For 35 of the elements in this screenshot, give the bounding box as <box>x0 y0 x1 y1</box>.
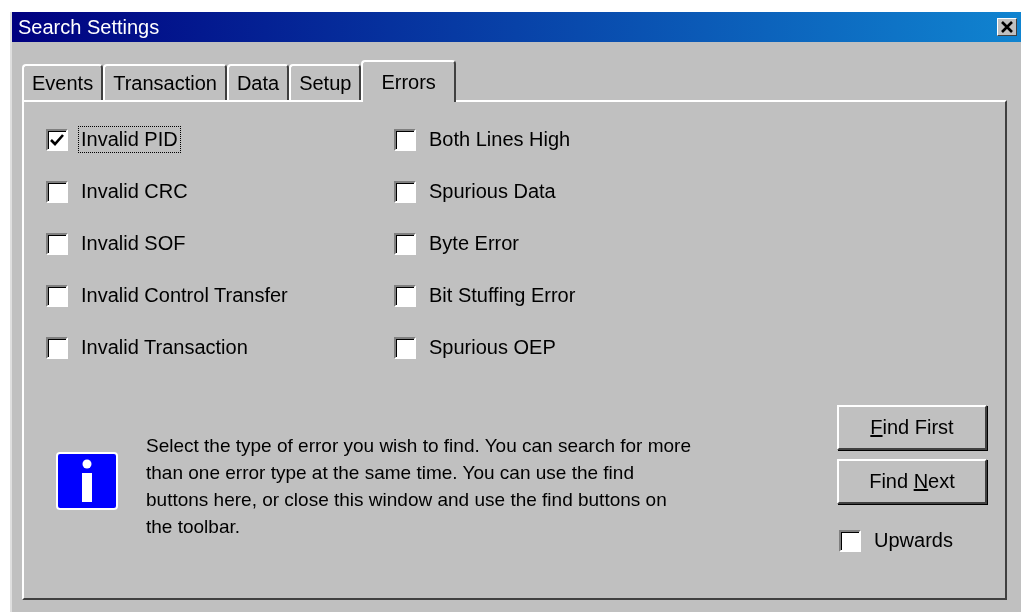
checkbox-label[interactable]: Invalid Control Transfer <box>78 282 291 309</box>
checkbox[interactable] <box>46 180 68 203</box>
checkbox-label[interactable]: Spurious Data <box>426 178 559 205</box>
checkbox[interactable] <box>46 336 68 359</box>
checkbox-label[interactable]: Byte Error <box>426 230 523 257</box>
checkbox-label[interactable]: Invalid PID <box>78 126 181 153</box>
checkbox[interactable] <box>394 232 416 255</box>
checkbox-label[interactable]: Spurious OEP <box>426 334 559 361</box>
checkmark-icon <box>50 133 64 146</box>
tab[interactable]: Errors <box>361 60 456 102</box>
checkbox-label[interactable]: Invalid Transaction <box>78 334 251 361</box>
find-button[interactable]: Find Next <box>837 459 987 504</box>
window-title: Search Settings <box>18 15 160 39</box>
checkbox[interactable] <box>46 128 68 151</box>
info-icon <box>56 452 118 510</box>
checkbox-label[interactable]: Both Lines High <box>426 126 574 153</box>
tab[interactable]: Events <box>22 64 104 100</box>
tab[interactable]: Setup <box>289 64 362 100</box>
checkbox-label[interactable]: Upwards <box>871 527 956 554</box>
checkbox[interactable] <box>394 284 416 307</box>
checkbox-label[interactable]: Invalid SOF <box>78 230 189 257</box>
checkbox[interactable] <box>839 529 861 552</box>
tab[interactable]: Data <box>226 64 290 100</box>
tab[interactable]: Transaction <box>103 64 227 100</box>
checkbox[interactable] <box>46 232 68 255</box>
checkbox[interactable] <box>394 180 416 203</box>
close-icon <box>1001 21 1013 33</box>
checkbox[interactable] <box>394 128 416 151</box>
checkbox-label[interactable]: Bit Stuffing Error <box>426 282 579 309</box>
checkbox-label[interactable]: Invalid CRC <box>78 178 191 205</box>
checkbox[interactable] <box>46 284 68 307</box>
find-button[interactable]: Find First <box>837 405 987 450</box>
info-text: Select the type of error you wish to find. You can search for more than one error type at the same time. You can use the find buttons here, or close this window and use the find buttons on the toolbar. <box>146 434 692 539</box>
checkbox[interactable] <box>394 336 416 359</box>
close-button[interactable] <box>997 18 1017 36</box>
